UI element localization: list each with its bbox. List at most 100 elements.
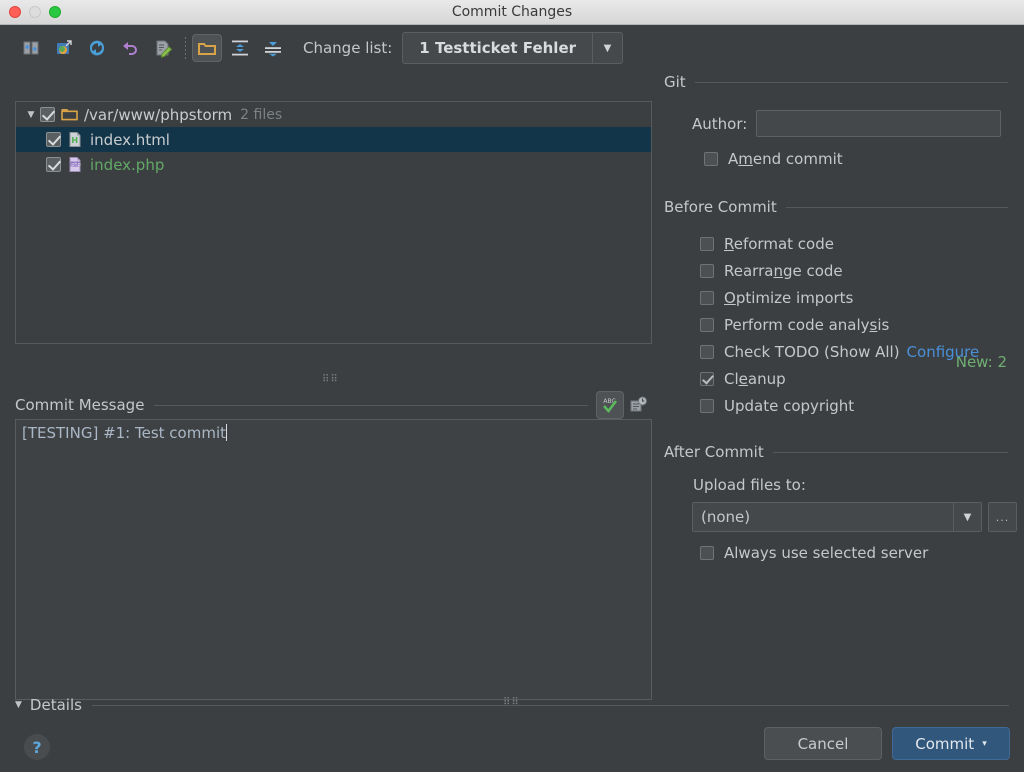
configure-todo-link[interactable]: Configure [907, 343, 980, 361]
divider [694, 81, 1008, 83]
check-todo-label: Check TODO (Show All) [724, 342, 900, 361]
upload-files-label: Upload files to: [693, 476, 806, 494]
commit-message-text: [TESTING] #1: Test commit [22, 424, 227, 442]
svg-text:H: H [71, 136, 78, 145]
chevron-down-icon[interactable]: ▼ [592, 33, 622, 63]
horizontal-splitter-grip[interactable]: ⠿⠿ [503, 698, 520, 708]
rearrange-code-checkbox[interactable] [700, 263, 714, 278]
php-file-icon: php [67, 156, 84, 173]
author-label: Author: [692, 114, 748, 133]
show-diff-icon[interactable] [16, 34, 46, 62]
after-commit-group-label: After Commit [664, 443, 764, 461]
browse-servers-button[interactable]: ... [988, 502, 1017, 532]
perform-code-analysis-label: Perform code analysis [724, 315, 890, 334]
divider [91, 704, 1009, 706]
table-row[interactable]: H index.html [16, 127, 651, 152]
cleanup-label: Cleanup [724, 369, 786, 388]
text-caret [226, 424, 228, 441]
author-input[interactable] [756, 110, 1002, 137]
commit-message-label: Commit Message [15, 396, 145, 414]
changed-files-tree[interactable]: ▼ /var/www/phpstorm 2 files H index.html… [15, 101, 652, 344]
file-name: index.php [90, 155, 165, 174]
chevron-down-icon[interactable]: ▼ [953, 503, 981, 531]
after-commit-group-header: After Commit [664, 443, 1024, 461]
perform-code-analysis-checkbox[interactable] [700, 317, 714, 332]
refresh-icon[interactable] [82, 34, 112, 62]
divider [785, 206, 1008, 208]
dialog-buttons: Cancel Commit ▾ [764, 727, 1010, 760]
update-copyright-row[interactable]: Update copyright [700, 392, 854, 419]
tree-root-checkbox[interactable] [40, 107, 55, 122]
file-checkbox-index-php[interactable] [46, 157, 61, 172]
update-copyright-checkbox[interactable] [700, 398, 714, 413]
upload-target-row: (none) ▼ ... [692, 502, 1017, 532]
always-use-server-row[interactable]: Always use selected server [700, 539, 928, 566]
expand-all-icon[interactable] [225, 34, 255, 62]
table-row[interactable]: php index.php [16, 152, 651, 177]
tree-root-file-count: 2 files [240, 106, 283, 123]
git-group-label: Git [664, 73, 686, 91]
optimize-imports-checkbox[interactable] [700, 290, 714, 305]
git-group-header: Git [664, 73, 1024, 91]
change-list-label: Change list: [303, 39, 393, 57]
before-commit-group-header: Before Commit [664, 198, 1024, 216]
file-checkbox-index-html[interactable] [46, 132, 61, 147]
check-todo-checkbox[interactable] [700, 344, 714, 359]
perform-code-analysis-row[interactable]: Perform code analysis [700, 311, 889, 338]
amend-commit-checkbox[interactable] [704, 151, 718, 166]
help-button[interactable]: ? [24, 734, 50, 760]
file-name: index.html [90, 130, 170, 149]
tree-root-path: /var/www/phpstorm [84, 105, 233, 124]
optimize-imports-row[interactable]: Optimize imports [700, 284, 853, 311]
folder-icon [61, 106, 78, 123]
collapse-all-icon[interactable] [258, 34, 288, 62]
rearrange-code-label: Rearrange code [724, 261, 843, 280]
author-field-row: Author: [692, 110, 1024, 137]
svg-text:php: php [71, 162, 81, 168]
details-label: Details [29, 696, 82, 714]
commit-message-header: Commit Message ABC [15, 391, 652, 419]
vertical-splitter-grip[interactable]: ⠿⠿ [322, 375, 339, 385]
rollback-icon[interactable] [115, 34, 145, 62]
before-commit-group-label: Before Commit [664, 198, 777, 216]
chevron-down-icon[interactable]: ▼ [15, 700, 22, 710]
divider [154, 404, 588, 406]
reformat-code-checkbox[interactable] [700, 236, 714, 251]
amend-commit-label: Amend commit [728, 149, 843, 168]
cancel-button[interactable]: Cancel [764, 727, 882, 760]
reformat-code-label: Reformat code [724, 234, 834, 253]
tree-row-root[interactable]: ▼ /var/www/phpstorm 2 files [16, 102, 651, 127]
chevron-down-icon[interactable]: ▼ [22, 110, 40, 120]
change-list-value: 1 Testticket Fehler [419, 39, 577, 57]
chevron-down-icon: ▾ [982, 738, 987, 749]
edit-source-icon[interactable] [148, 34, 178, 62]
spellcheck-toggle-icon[interactable]: ABC [596, 391, 624, 419]
group-by-directory-icon[interactable] [192, 34, 222, 62]
commit-button-label: Commit [915, 734, 975, 753]
revert-to-icon[interactable] [49, 34, 79, 62]
divider [772, 451, 1008, 453]
title-bar: Commit Changes [0, 0, 1024, 25]
change-list-combo[interactable]: 1 Testticket Fehler ▼ [402, 32, 624, 64]
check-todo-row[interactable]: Check TODO (Show All) Configure [700, 338, 979, 365]
upload-target-combo[interactable]: (none) ▼ [692, 502, 982, 532]
cleanup-checkbox[interactable] [700, 371, 714, 386]
commit-changes-dialog: Commit Changes Change list: 1 Testticket… [0, 0, 1024, 772]
toolbar-separator [185, 37, 186, 59]
options-panel: Git Author: Amend commit Before Commit R… [664, 25, 1024, 772]
always-use-server-checkbox[interactable] [700, 545, 714, 560]
cleanup-row[interactable]: Cleanup [700, 365, 786, 392]
commit-message-input[interactable]: [TESTING] #1: Test commit [15, 419, 652, 700]
window-title: Commit Changes [451, 4, 573, 20]
commit-message-history-icon[interactable] [624, 391, 652, 419]
optimize-imports-label: Optimize imports [724, 288, 854, 307]
amend-commit-checkbox-row[interactable]: Amend commit [704, 145, 843, 172]
rearrange-code-row[interactable]: Rearrange code [700, 257, 843, 284]
changes-toolbar: Change list: 1 Testticket Fehler ▼ [0, 25, 660, 71]
commit-button[interactable]: Commit ▾ [892, 727, 1010, 760]
upload-target-value: (none) [701, 508, 751, 526]
update-copyright-label: Update copyright [724, 396, 855, 415]
reformat-code-row[interactable]: Reformat code [700, 230, 834, 257]
dialog-body: Change list: 1 Testticket Fehler ▼ ▼ /va… [0, 25, 1024, 772]
html-file-icon: H [67, 131, 84, 148]
